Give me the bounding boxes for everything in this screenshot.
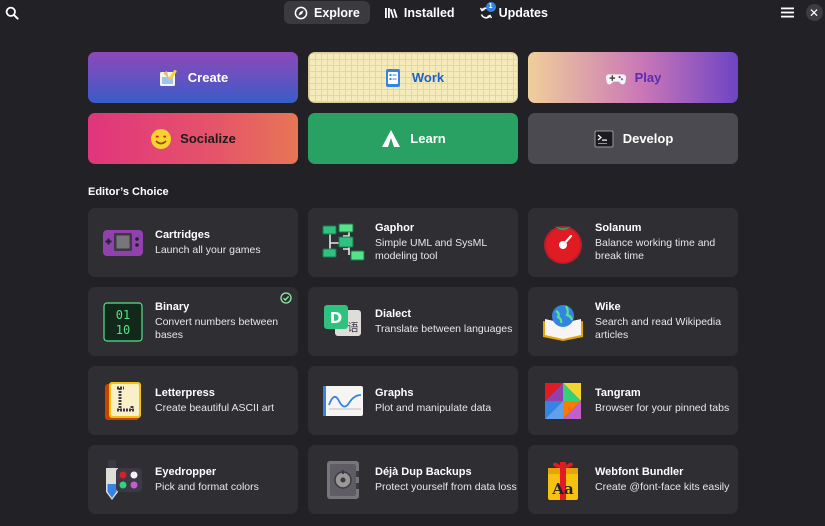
gamepad-icon (605, 67, 627, 89)
app-card-wike[interactable]: Wike Search and read Wikipedia articles (528, 287, 738, 356)
library-icon (384, 6, 398, 20)
letterpress-icon (101, 379, 145, 423)
tab-label: Explore (314, 5, 360, 20)
tab-label: Installed (403, 5, 455, 20)
app-card-eyedropper[interactable]: Eyedropper Pick and format colors (88, 445, 298, 514)
work-icon (382, 67, 404, 89)
terminal-icon (593, 128, 615, 150)
app-card-solanum[interactable]: Solanum Balance working time and break t… (528, 208, 738, 277)
refresh-icon: 1 (479, 1, 496, 20)
dialect-icon: D语 (321, 300, 365, 344)
category-label: Develop (622, 131, 674, 146)
wike-icon (541, 300, 585, 344)
search-icon (5, 6, 19, 20)
webfont-bundler-icon: Aa (541, 458, 585, 502)
hamburger-menu-icon (780, 7, 794, 18)
svg-text:Aa: Aa (551, 480, 574, 498)
category-create[interactable]: Create (88, 52, 298, 103)
close-icon: ✕ (805, 4, 823, 21)
app-description: Pick and format colors (155, 480, 259, 493)
category-label: Create (187, 70, 229, 85)
category-develop[interactable]: Develop (528, 113, 738, 164)
tab-explore[interactable]: Explore (284, 1, 370, 24)
tab-installed[interactable]: Installed (374, 1, 465, 24)
category-label: Play (634, 70, 662, 85)
app-card-tangram[interactable]: Tangram Browser for your pinned tabs (528, 366, 738, 435)
app-name: Tangram (595, 386, 641, 399)
app-description: Create @font-face kits easily (595, 480, 730, 493)
tab-label: Updates (498, 5, 548, 20)
app-description: Plot and manipulate data (375, 401, 492, 414)
deja-dup-icon (321, 458, 365, 502)
category-grid: Create Work Play Socialize Learn Develop (88, 52, 738, 164)
app-description: Balance working time and break time (595, 237, 716, 262)
gaphor-icon (321, 221, 365, 265)
binary-icon: 01 10 (101, 300, 145, 344)
cartridges-icon (101, 221, 145, 265)
app-name: Dialect (375, 307, 412, 320)
tangram-icon (541, 379, 585, 423)
tab-updates[interactable]: 1 Updates (469, 1, 558, 24)
header-bar: Explore Installed 1 Updates ✕ (0, 0, 825, 27)
tent-icon (380, 128, 402, 150)
category-label: Work (411, 70, 445, 85)
search-button[interactable] (0, 0, 24, 25)
app-card-gaphor[interactable]: Gaphor Simple UML and SysML modeling too… (308, 208, 518, 277)
emoji-icon (150, 128, 172, 150)
category-learn[interactable]: Learn (308, 113, 518, 164)
app-name: Webfont Bundler (595, 465, 684, 478)
app-description: Launch all your games (155, 243, 261, 256)
app-name: Wike (595, 301, 621, 313)
view-switcher: Explore Installed 1 Updates (284, 1, 558, 24)
app-description: Convert numbers between bases (155, 316, 279, 341)
section-title: Editor’s Choice (88, 186, 169, 198)
main-menu-button[interactable] (774, 0, 800, 25)
updates-count-badge: 1 (485, 1, 496, 12)
app-description: Search and read Wikipedia articles (595, 316, 722, 341)
app-card-graphs[interactable]: Graphs Plot and manipulate data (308, 366, 518, 435)
app-name: Eyedropper (155, 465, 217, 478)
svg-text:语: 语 (348, 321, 359, 334)
svg-text:D: D (330, 309, 342, 327)
eyedropper-icon (101, 458, 145, 502)
app-name: Gaphor (375, 222, 415, 234)
app-card-cartridges[interactable]: Cartridges Launch all your games (88, 208, 298, 277)
category-label: Learn (410, 131, 446, 146)
app-card-letterpress[interactable]: Letterpress Create beautiful ASCII art (88, 366, 298, 435)
close-window-button[interactable]: ✕ (804, 0, 824, 25)
category-play[interactable]: Play (528, 52, 738, 103)
app-card-webfont-bundler[interactable]: Aa Webfont Bundler Create @font-face kit… (528, 445, 738, 514)
app-card-binary[interactable]: 01 10 Binary Convert numbers between base… (88, 287, 298, 356)
installed-check-icon (280, 292, 292, 304)
category-work[interactable]: Work (308, 52, 518, 103)
app-description: Create beautiful ASCII art (155, 401, 275, 414)
category-socialize[interactable]: Socialize (88, 113, 298, 164)
graphs-icon (321, 379, 365, 423)
app-name: Letterpress (155, 386, 215, 399)
app-description: Translate between languages (375, 322, 513, 335)
compass-icon (294, 6, 308, 20)
app-name: Déjà Dup Backups (375, 465, 472, 478)
app-card-deja-dup[interactable]: Déjà Dup Backups Protect yourself from d… (308, 445, 518, 514)
app-name: Solanum (595, 222, 642, 234)
editors-choice-grid: Cartridges Launch all your games Gaphor … (88, 208, 738, 514)
create-icon (158, 67, 180, 89)
app-card-dialect[interactable]: D语 Dialect Translate between languages (308, 287, 518, 356)
app-name: Cartridges (155, 228, 211, 241)
app-description: Protect yourself from data loss (375, 480, 517, 493)
category-label: Socialize (180, 131, 236, 146)
solanum-icon (541, 221, 585, 265)
svg-text:10: 10 (116, 323, 130, 337)
app-name: Graphs (375, 386, 414, 399)
app-description: Simple UML and SysML modeling tool (375, 237, 487, 262)
app-name: Binary (155, 301, 190, 313)
app-description: Browser for your pinned tabs (595, 401, 730, 414)
svg-text:01: 01 (116, 308, 130, 322)
